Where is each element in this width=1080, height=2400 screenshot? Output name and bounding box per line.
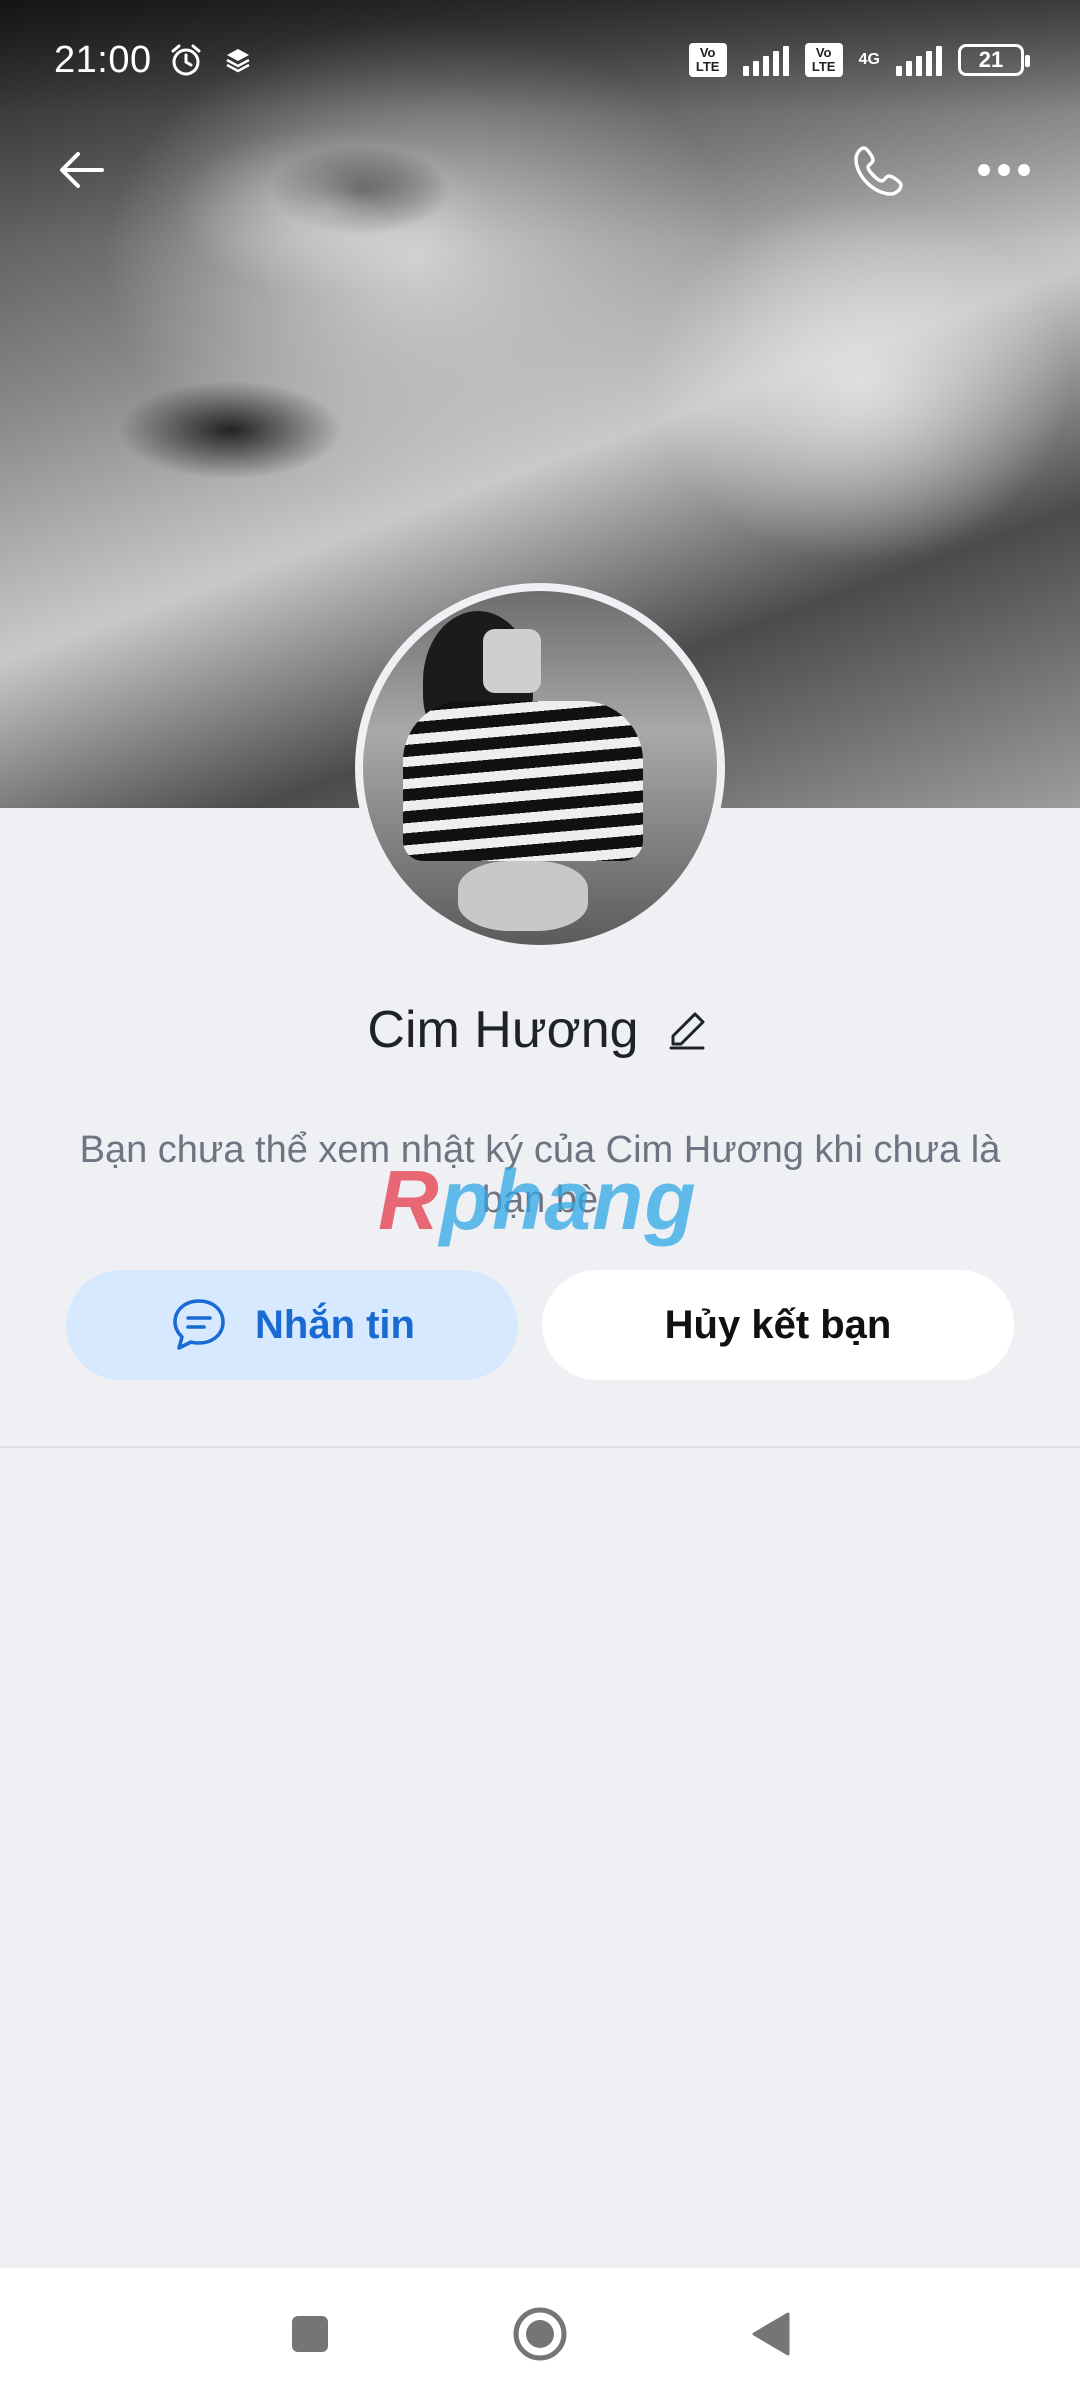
home-circle-icon [513,2307,567,2361]
profile-name-row: Cim Hương [0,990,1080,1070]
home-button[interactable] [500,2294,580,2374]
more-button[interactable] [964,130,1044,210]
unfriend-button[interactable]: Hủy kết bạn [542,1270,1014,1380]
profile-name: Cim Hương [367,1001,639,1059]
status-time: 21:00 [54,38,152,81]
layers-icon [220,42,256,78]
network-type-label: 4G [858,51,880,68]
message-button-label: Nhắn tin [255,1302,415,1347]
diary-privacy-notice: Bạn chưa thể xem nhật ký của Cim Hương k… [79,1129,1001,1221]
avatar-image [363,591,717,945]
avatar[interactable] [355,583,725,953]
divider [0,1446,1080,1448]
message-button[interactable]: Nhắn tin [66,1270,518,1380]
edit-name-button[interactable] [661,1004,713,1056]
back-nav-button[interactable] [730,2294,810,2374]
recents-button[interactable] [270,2294,350,2374]
signal-icon-2 [896,44,942,76]
network-type: 4G [858,51,880,68]
volte-badge-2: Vo LTE [804,43,843,77]
arrow-left-icon [60,152,104,188]
phone-icon [854,146,903,196]
battery-indicator: 21 [958,44,1030,76]
system-navigation-bar [0,2268,1080,2400]
profile-actions: Nhắn tin Hủy kết bạn [66,1270,1014,1380]
call-button[interactable] [840,130,920,210]
top-nav [0,120,1080,220]
status-bar: 21:00 Vo LTE Vo LTE 4G 21 [0,0,1080,120]
unfriend-button-label: Hủy kết bạn [664,1302,892,1347]
chat-bubble-icon [173,1299,225,1350]
alarm-icon [168,42,204,78]
triangle-back-icon [752,2312,790,2356]
pencil-icon [669,1012,705,1050]
square-icon [292,2316,328,2352]
back-button[interactable] [42,130,122,210]
profile-screen: 21:00 Vo LTE Vo LTE 4G 21 Cim Hương Bạn … [0,0,1080,2400]
signal-icon [742,44,789,76]
volte-badge: Vo LTE [688,43,727,77]
more-horizontal-icon [978,164,1030,176]
